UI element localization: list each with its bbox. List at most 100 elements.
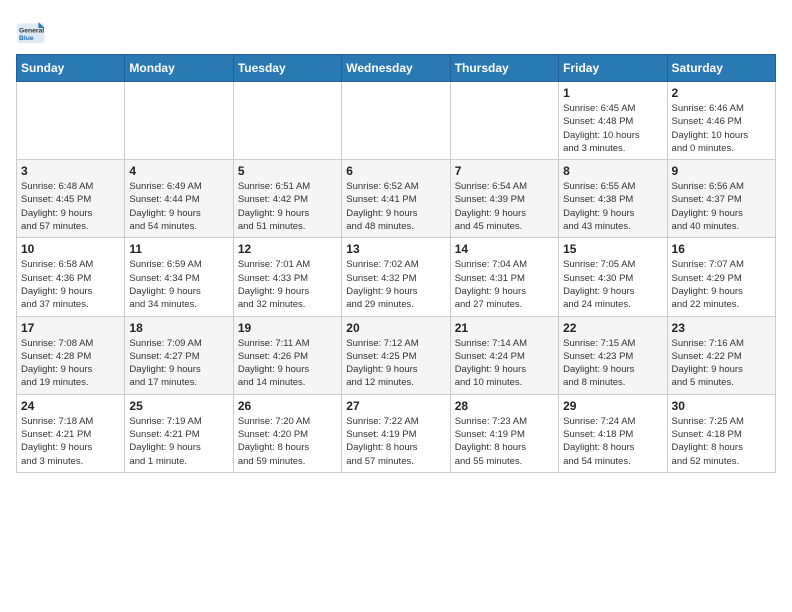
calendar-cell: 12Sunrise: 7:01 AM Sunset: 4:33 PM Dayli…	[233, 238, 341, 316]
calendar-cell: 11 Sunrise: 6:59 AM Sunset: 4:34 PM Dayli…	[125, 238, 233, 316]
day-info: Sunrise: 7:20 AM Sunset: 4:20 PM Dayligh…	[238, 415, 337, 468]
day-info: Sunrise: 6:49 AM Sunset: 4:44 PM Dayligh…	[129, 180, 228, 233]
day-info: Sunrise: 6:55 AM Sunset: 4:38 PM Dayligh…	[563, 180, 662, 233]
calendar-cell: 7 Sunrise: 6:54 AM Sunset: 4:39 PM Daylig…	[450, 160, 558, 238]
logo-icon: General Blue	[16, 16, 46, 46]
page-header: General Blue	[16, 16, 776, 46]
day-number: 5	[238, 164, 337, 178]
calendar-cell: 5 Sunrise: 6:51 AM Sunset: 4:42 PM Daylig…	[233, 160, 341, 238]
day-number: 11	[129, 242, 228, 256]
calendar-week-3: 10 Sunrise: 6:58 AM Sunset: 4:36 PM Dayli…	[17, 238, 776, 316]
day-number: 18	[129, 321, 228, 335]
day-info: Sunrise: 6:46 AM Sunset: 4:46 PM Dayligh…	[672, 102, 771, 155]
day-info: Sunrise: 7:01 AM Sunset: 4:33 PM Dayligh…	[238, 258, 337, 311]
day-info: Sunrise: 7:07 AM Sunset: 4:29 PM Dayligh…	[672, 258, 771, 311]
day-info: Sunrise: 6:54 AM Sunset: 4:39 PM Dayligh…	[455, 180, 554, 233]
day-number: 27	[346, 399, 445, 413]
day-number: 25	[129, 399, 228, 413]
logo: General Blue	[16, 16, 46, 46]
day-info: Sunrise: 6:48 AM Sunset: 4:45 PM Dayligh…	[21, 180, 120, 233]
day-info: Sunrise: 6:52 AM Sunset: 4:41 PM Dayligh…	[346, 180, 445, 233]
calendar-week-5: 24Sunrise: 7:18 AM Sunset: 4:21 PM Dayli…	[17, 394, 776, 472]
calendar-cell: 3Sunrise: 6:48 AM Sunset: 4:45 PM Daylig…	[17, 160, 125, 238]
calendar-cell: 17 Sunrise: 7:08 AM Sunset: 4:28 PM Dayli…	[17, 316, 125, 394]
calendar-cell	[125, 82, 233, 160]
calendar-cell: 6 Sunrise: 6:52 AM Sunset: 4:41 PM Daylig…	[342, 160, 450, 238]
column-header-thursday: Thursday	[450, 55, 558, 82]
day-info: Sunrise: 6:45 AM Sunset: 4:48 PM Dayligh…	[563, 102, 662, 155]
day-number: 19	[238, 321, 337, 335]
day-info: Sunrise: 7:08 AM Sunset: 4:28 PM Dayligh…	[21, 337, 120, 390]
day-number: 26	[238, 399, 337, 413]
calendar-cell: 13Sunrise: 7:02 AM Sunset: 4:32 PM Dayli…	[342, 238, 450, 316]
calendar-cell: 29Sunrise: 7:24 AM Sunset: 4:18 PM Dayli…	[559, 394, 667, 472]
day-number: 28	[455, 399, 554, 413]
column-header-saturday: Saturday	[667, 55, 775, 82]
day-info: Sunrise: 7:18 AM Sunset: 4:21 PM Dayligh…	[21, 415, 120, 468]
day-info: Sunrise: 7:02 AM Sunset: 4:32 PM Dayligh…	[346, 258, 445, 311]
day-number: 21	[455, 321, 554, 335]
day-info: Sunrise: 6:59 AM Sunset: 4:34 PM Dayligh…	[129, 258, 228, 311]
calendar-cell: 21 Sunrise: 7:14 AM Sunset: 4:24 PM Dayli…	[450, 316, 558, 394]
day-number: 17	[21, 321, 120, 335]
day-info: Sunrise: 7:11 AM Sunset: 4:26 PM Dayligh…	[238, 337, 337, 390]
calendar-cell: 8Sunrise: 6:55 AM Sunset: 4:38 PM Daylig…	[559, 160, 667, 238]
day-info: Sunrise: 7:24 AM Sunset: 4:18 PM Dayligh…	[563, 415, 662, 468]
day-number: 14	[455, 242, 554, 256]
day-info: Sunrise: 6:51 AM Sunset: 4:42 PM Dayligh…	[238, 180, 337, 233]
day-number: 23	[672, 321, 771, 335]
day-info: Sunrise: 7:16 AM Sunset: 4:22 PM Dayligh…	[672, 337, 771, 390]
calendar-cell: 24Sunrise: 7:18 AM Sunset: 4:21 PM Dayli…	[17, 394, 125, 472]
day-info: Sunrise: 6:56 AM Sunset: 4:37 PM Dayligh…	[672, 180, 771, 233]
day-info: Sunrise: 7:23 AM Sunset: 4:19 PM Dayligh…	[455, 415, 554, 468]
column-header-wednesday: Wednesday	[342, 55, 450, 82]
day-info: Sunrise: 7:22 AM Sunset: 4:19 PM Dayligh…	[346, 415, 445, 468]
calendar-week-1: 1 Sunrise: 6:45 AM Sunset: 4:48 PM Daylig…	[17, 82, 776, 160]
calendar-table: SundayMondayTuesdayWednesdayThursdayFrid…	[16, 54, 776, 473]
calendar-cell: 10 Sunrise: 6:58 AM Sunset: 4:36 PM Dayli…	[17, 238, 125, 316]
calendar-cell: 30 Sunrise: 7:25 AM Sunset: 4:18 PM Dayli…	[667, 394, 775, 472]
column-header-tuesday: Tuesday	[233, 55, 341, 82]
day-number: 10	[21, 242, 120, 256]
day-info: Sunrise: 7:19 AM Sunset: 4:21 PM Dayligh…	[129, 415, 228, 468]
calendar-week-2: 3Sunrise: 6:48 AM Sunset: 4:45 PM Daylig…	[17, 160, 776, 238]
calendar-cell: 15Sunrise: 7:05 AM Sunset: 4:30 PM Dayli…	[559, 238, 667, 316]
calendar-cell: 22 Sunrise: 7:15 AM Sunset: 4:23 PM Dayli…	[559, 316, 667, 394]
day-number: 20	[346, 321, 445, 335]
day-number: 9	[672, 164, 771, 178]
calendar-cell: 23 Sunrise: 7:16 AM Sunset: 4:22 PM Dayli…	[667, 316, 775, 394]
day-info: Sunrise: 7:14 AM Sunset: 4:24 PM Dayligh…	[455, 337, 554, 390]
day-info: Sunrise: 7:15 AM Sunset: 4:23 PM Dayligh…	[563, 337, 662, 390]
calendar-cell: 1 Sunrise: 6:45 AM Sunset: 4:48 PM Daylig…	[559, 82, 667, 160]
day-number: 2	[672, 86, 771, 100]
svg-text:General: General	[19, 28, 44, 35]
calendar-cell: 14 Sunrise: 7:04 AM Sunset: 4:31 PM Dayli…	[450, 238, 558, 316]
calendar-week-4: 17 Sunrise: 7:08 AM Sunset: 4:28 PM Dayli…	[17, 316, 776, 394]
calendar-cell: 26 Sunrise: 7:20 AM Sunset: 4:20 PM Dayli…	[233, 394, 341, 472]
day-number: 16	[672, 242, 771, 256]
column-header-sunday: Sunday	[17, 55, 125, 82]
calendar-cell: 9 Sunrise: 6:56 AM Sunset: 4:37 PM Daylig…	[667, 160, 775, 238]
day-info: Sunrise: 7:12 AM Sunset: 4:25 PM Dayligh…	[346, 337, 445, 390]
day-number: 7	[455, 164, 554, 178]
day-info: Sunrise: 7:25 AM Sunset: 4:18 PM Dayligh…	[672, 415, 771, 468]
calendar-cell: 28 Sunrise: 7:23 AM Sunset: 4:19 PM Dayli…	[450, 394, 558, 472]
calendar-cell: 20 Sunrise: 7:12 AM Sunset: 4:25 PM Dayli…	[342, 316, 450, 394]
calendar-cell: 25 Sunrise: 7:19 AM Sunset: 4:21 PM Dayli…	[125, 394, 233, 472]
day-number: 22	[563, 321, 662, 335]
day-number: 30	[672, 399, 771, 413]
calendar-cell	[17, 82, 125, 160]
calendar-cell: 27 Sunrise: 7:22 AM Sunset: 4:19 PM Dayli…	[342, 394, 450, 472]
calendar-cell: 2 Sunrise: 6:46 AM Sunset: 4:46 PM Daylig…	[667, 82, 775, 160]
calendar-cell: 4Sunrise: 6:49 AM Sunset: 4:44 PM Daylig…	[125, 160, 233, 238]
day-info: Sunrise: 7:09 AM Sunset: 4:27 PM Dayligh…	[129, 337, 228, 390]
day-number: 1	[563, 86, 662, 100]
calendar-cell: 19 Sunrise: 7:11 AM Sunset: 4:26 PM Dayli…	[233, 316, 341, 394]
calendar-cell	[342, 82, 450, 160]
day-number: 6	[346, 164, 445, 178]
day-info: Sunrise: 6:58 AM Sunset: 4:36 PM Dayligh…	[21, 258, 120, 311]
column-header-monday: Monday	[125, 55, 233, 82]
calendar-cell: 18 Sunrise: 7:09 AM Sunset: 4:27 PM Dayli…	[125, 316, 233, 394]
day-number: 15	[563, 242, 662, 256]
day-info: Sunrise: 7:04 AM Sunset: 4:31 PM Dayligh…	[455, 258, 554, 311]
